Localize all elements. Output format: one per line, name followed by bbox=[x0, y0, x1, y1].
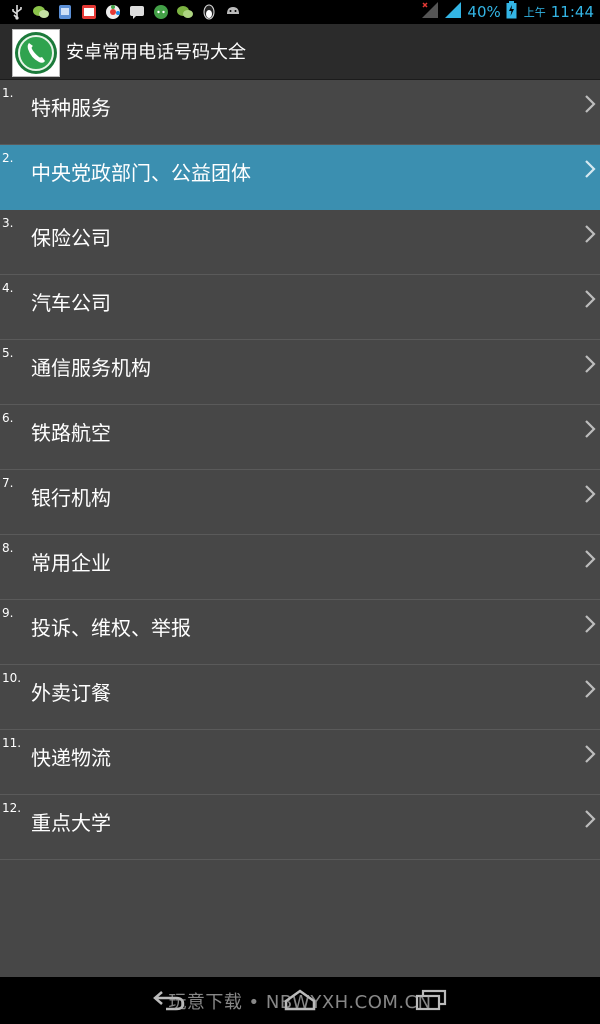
phone-icon bbox=[12, 29, 60, 77]
item-label: 快递物流 bbox=[31, 746, 111, 770]
item-label: 通信服务机构 bbox=[31, 356, 151, 380]
item-number: 6. bbox=[2, 411, 14, 425]
wheel-icon bbox=[104, 4, 122, 20]
item-number: 5. bbox=[2, 346, 14, 360]
message-icon bbox=[128, 4, 146, 20]
item-label: 中央党政部门、公益团体 bbox=[31, 161, 251, 185]
am-pm-label: 上午 bbox=[523, 6, 546, 19]
chevron-right-icon bbox=[585, 745, 596, 763]
notification-icons bbox=[8, 3, 242, 21]
item-number: 2. bbox=[2, 151, 14, 165]
android-icon bbox=[224, 4, 242, 20]
item-label: 特种服务 bbox=[31, 96, 111, 120]
list-item[interactable]: 10. 外卖订餐 bbox=[0, 665, 600, 730]
chevron-right-icon bbox=[585, 485, 596, 503]
item-number: 1. bbox=[2, 86, 14, 100]
list-item[interactable]: 11. 快递物流 bbox=[0, 730, 600, 795]
chevron-right-icon bbox=[585, 420, 596, 438]
chevron-right-icon bbox=[585, 810, 596, 828]
item-number: 7. bbox=[2, 476, 14, 490]
item-label: 重点大学 bbox=[31, 811, 111, 835]
sim-icon bbox=[56, 4, 74, 20]
item-label: 保险公司 bbox=[31, 226, 111, 250]
navigation-bar: 玩意下载 • NBWYXH.COM.CN bbox=[0, 977, 600, 1024]
signal-icon bbox=[444, 1, 462, 23]
list-item[interactable]: 1. 特种服务 bbox=[0, 80, 600, 145]
list-item[interactable]: 2. 中央党政部门、公益团体 bbox=[0, 145, 600, 210]
chevron-right-icon bbox=[585, 615, 596, 633]
list-item[interactable]: 5. 通信服务机构 bbox=[0, 340, 600, 405]
battery-icon bbox=[506, 1, 517, 23]
list-item[interactable]: 3. 保险公司 bbox=[0, 210, 600, 275]
usb-icon bbox=[8, 4, 26, 20]
watermark: 玩意下载 • NBWYXH.COM.CN bbox=[168, 991, 432, 1013]
item-label: 银行机构 bbox=[31, 486, 111, 510]
list-item[interactable]: 4. 汽车公司 bbox=[0, 275, 600, 340]
chevron-right-icon bbox=[585, 225, 596, 243]
chevron-right-icon bbox=[585, 95, 596, 113]
chat-icon bbox=[152, 4, 170, 20]
item-label: 常用企业 bbox=[31, 551, 111, 575]
category-list: 1. 特种服务 2. 中央党政部门、公益团体 3. 保险公司 4. 汽车公司 5… bbox=[0, 80, 600, 860]
wechat2-icon bbox=[176, 4, 194, 20]
app-header: 安卓常用电话号码大全 bbox=[0, 24, 600, 80]
item-number: 8. bbox=[2, 541, 14, 555]
list-item[interactable]: 9. 投诉、维权、举报 bbox=[0, 600, 600, 665]
item-label: 汽车公司 bbox=[31, 291, 111, 315]
battery-percent: 40% bbox=[467, 3, 501, 21]
item-number: 9. bbox=[2, 606, 14, 620]
chevron-right-icon bbox=[585, 290, 596, 308]
item-number: 10. bbox=[2, 671, 22, 685]
list-item[interactable]: 8. 常用企业 bbox=[0, 535, 600, 600]
list-item[interactable]: 6. 铁路航空 bbox=[0, 405, 600, 470]
wechat-icon bbox=[32, 4, 50, 20]
item-label: 铁路航空 bbox=[31, 421, 111, 445]
status-bar: 40% 上午 11:44 bbox=[0, 0, 600, 24]
list-item[interactable]: 12. 重点大学 bbox=[0, 795, 600, 860]
item-number: 11. bbox=[2, 736, 22, 750]
photo-icon bbox=[80, 4, 98, 20]
item-number: 4. bbox=[2, 281, 14, 295]
no-signal-icon bbox=[421, 1, 439, 23]
item-number: 3. bbox=[2, 216, 14, 230]
chevron-right-icon bbox=[585, 680, 596, 698]
penguin-icon bbox=[200, 4, 218, 20]
chevron-right-icon bbox=[585, 550, 596, 568]
chevron-right-icon bbox=[585, 355, 596, 373]
item-label: 投诉、维权、举报 bbox=[31, 616, 191, 640]
chevron-right-icon bbox=[585, 160, 596, 178]
item-number: 12. bbox=[2, 801, 22, 815]
list-item[interactable]: 7. 银行机构 bbox=[0, 470, 600, 535]
system-status: 40% 上午 11:44 bbox=[421, 0, 594, 24]
clock: 11:44 bbox=[550, 3, 594, 21]
page-title: 安卓常用电话号码大全 bbox=[66, 42, 246, 63]
item-label: 外卖订餐 bbox=[31, 681, 111, 705]
screen: 40% 上午 11:44 安卓常用电话号码大全 1. 特种服务 2. 中央党政部… bbox=[0, 0, 600, 1024]
